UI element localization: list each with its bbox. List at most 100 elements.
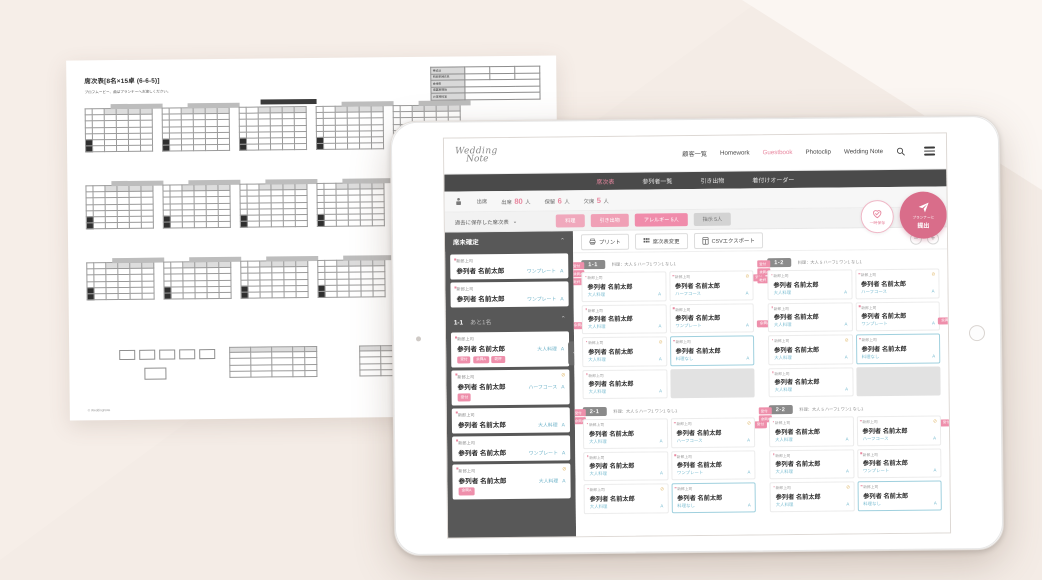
sidebar-section-header-table-1-1[interactable]: 1-1 あと1名 ⌃ (445, 309, 574, 330)
table-number[interactable]: 2-1 (582, 406, 607, 417)
guest-seat: A (933, 467, 937, 473)
nav-item-customers[interactable]: 顧客一覧 (682, 149, 707, 158)
paper-seat-table (84, 107, 154, 153)
seat-card[interactable]: 新郎上司 参列者 名前太郎 大人料理 A (768, 366, 854, 398)
seat-card[interactable]: 新郎上司 参列者 名前太郎 大人料理 A (769, 448, 855, 480)
list-item[interactable]: 新郎上司 参列者 名前太郎 大人料理 A 受付 余興A 乾杯 (450, 331, 570, 368)
seat-card-selected[interactable]: 新郎上司 参列者 名前太郎 料理なし A (671, 482, 756, 513)
filter-chip-gift[interactable]: 引き出物 (590, 213, 629, 228)
filter-chip-allergy[interactable]: アレルギー 5人 (634, 213, 688, 227)
filter-chip-meal[interactable]: 料理 (556, 214, 585, 228)
nav-item-homework[interactable]: Homework (720, 149, 750, 156)
list-item[interactable]: 新郎上司 参列者 名前太郎 大人料理 A (451, 407, 571, 434)
seat-card[interactable]: 新郎上司 参列者 名前太郎 大人料理 A (768, 416, 854, 447)
csv-export-button[interactable]: CSVエクスポート (693, 231, 763, 249)
guest-meal: 大人料理 (537, 347, 557, 353)
seat-card[interactable]: 新郎上司 参列者 名前太郎 大人料理 A (582, 368, 668, 400)
table-number[interactable]: 2-2 (768, 405, 793, 415)
paper-seat-table (317, 259, 386, 299)
seat-card[interactable]: 新郎上司 参列者 名前太郎 大人料理 A (767, 301, 853, 333)
table-group-2-1: 2-1 料理：大人 5 ハーフ1 ワン1 なし1 受付 余興A 受付 新郎上司参… (572, 405, 767, 514)
seat-card-selected[interactable]: 新郎上司 参列者 名前太郎 料理なし A (857, 480, 942, 511)
paper-legend-table (229, 345, 318, 378)
seat-card[interactable]: ⊘ 新郎上司 参列者 名前太郎 大人料理 A (583, 483, 669, 514)
seat-card[interactable]: ⊘ 新郎上司 参列者 名前太郎 大人料理 A (582, 336, 667, 367)
list-item[interactable]: 新郎上司 参列者 名前太郎 ワンプレート A (450, 281, 569, 308)
heart-check-icon (873, 209, 882, 218)
guest-seat: A (560, 297, 564, 303)
subnav-item-attendee-list[interactable]: 参列者一覧 (642, 176, 672, 185)
list-item[interactable]: ⊘ 新郎上司 参列者 名前太郎 大人料理 A 余興A (452, 463, 571, 500)
seat-card[interactable]: ⊘ 新郎上司 参列者 名前太郎 ハーフコース A (856, 415, 942, 446)
guest-meal: 大人料理 (775, 469, 794, 475)
guest-meal: 料理なし (677, 502, 695, 508)
saved-charts-dropdown[interactable]: 過去に保存した席次表 ⌄ (455, 217, 518, 226)
seat-card-selected[interactable]: 新郎上司 参列者 名前太郎 料理なし A (855, 333, 941, 364)
table-label-bar (110, 103, 163, 109)
warning-icon: ⊘ (747, 420, 751, 426)
paper-small-block (144, 367, 167, 380)
table-header: 2-2 料理：大人 5 ハーフ1 ワン1 なし1 (768, 403, 941, 415)
guest-tag: 余興A (458, 487, 475, 496)
seat-card[interactable]: ⊘ 新郎上司 参列者 名前太郎 大人料理 A (769, 481, 855, 512)
temporary-save-button[interactable]: 一時保存 (860, 199, 894, 234)
table-label-bar (112, 257, 165, 263)
sidebar-section-header-unassigned[interactable]: 席未確定 ⌃ (444, 231, 574, 252)
guest-meal: ハーフコース (675, 290, 701, 296)
filter-chip-instruction[interactable]: 指示 5人 (693, 212, 732, 227)
submit-label-line2: 提出 (917, 223, 930, 230)
seat-card[interactable]: 新郎上司 参列者 名前太郎 大人料理 A (581, 303, 667, 335)
seat-card-empty[interactable] (855, 365, 941, 397)
seat-card[interactable]: 新郎上司 参列者 名前太郎 大人料理 A (583, 450, 669, 482)
seat-card[interactable]: ⊘ 新郎上司 参列者 名前太郎 ハーフコース A (670, 417, 756, 448)
list-item[interactable]: ⊘ 新郎上司 参列者 名前太郎 ハーフコース A 受付 (451, 369, 570, 406)
list-item[interactable]: 新郎上司 参列者 名前太郎 ワンプレート A (450, 253, 569, 280)
table-number[interactable]: 1-1 (581, 259, 605, 270)
app-logo[interactable]: Wedding Note (455, 146, 498, 164)
seat-card[interactable]: 新郎上司 参列者 名前太郎 大人料理 A (581, 271, 667, 302)
change-layout-button[interactable]: 席次表変更 (634, 232, 688, 250)
guest-name: 参列者 名前太郎 (861, 312, 907, 321)
guest-name: 参列者 名前太郎 (862, 459, 908, 468)
nav-item-photoclip[interactable]: Photoclip (805, 149, 831, 156)
tablet-home-button[interactable] (415, 335, 422, 341)
guest-seat: A (747, 469, 751, 475)
info-value (464, 92, 541, 100)
seat-card[interactable]: ⊘ 新郎上司 参列者 名前太郎 ハーフコース A (854, 268, 940, 299)
seat-card[interactable]: 新郎上司 参列者 名前太郎 大人料理 A (767, 269, 853, 300)
nav-item-wedding-note[interactable]: Wedding Note (844, 148, 883, 155)
seat-card[interactable]: 新郎上司 参列者 名前太郎 ワンプレート A (669, 302, 754, 334)
table-number[interactable]: 1-2 (767, 258, 791, 268)
tablet-camera (968, 324, 986, 341)
guest-meal: ハーフコース (861, 288, 887, 294)
list-item[interactable]: 新郎上司 参列者 名前太郎 ワンプレート A (452, 435, 571, 462)
subnav-item-gifts[interactable]: 引き出物 (700, 176, 724, 185)
guest-tag-group: 受付 (457, 393, 565, 402)
seat-card[interactable]: 新郎上司 参列者 名前太郎 ワンプレート A (855, 300, 940, 332)
print-button[interactable]: プリント (580, 233, 629, 250)
paper-footer: © WeddingNote (87, 408, 111, 413)
guest-seat: A (660, 502, 664, 508)
seat-card[interactable]: ⊘ 新郎上司 参列者 名前太郎 大人料理 A (768, 334, 853, 365)
guest-tag: 受付 (457, 355, 471, 364)
subnav-item-dressing-order[interactable]: 着付けオーダー (752, 175, 794, 184)
seat-card-selected[interactable]: 新郎上司 参列者 名前太郎 料理なし A (669, 335, 755, 366)
seat-grid: 新郎上司 参列者 名前太郎 大人料理 A ⊘ 新郎上司 参列者 名前太郎 ハーフコース A 新… (582, 417, 756, 514)
guest-meal: 料理なし (861, 353, 880, 359)
sidebar-section-subtitle: あと1名 (470, 319, 492, 326)
seat-card[interactable]: 新郎上司 参列者 名前太郎 大人料理 A (582, 418, 668, 449)
guest-seat: A (560, 347, 565, 353)
subnav-item-seating-chart[interactable]: 席次表 (596, 177, 614, 186)
guest-seat: A (933, 499, 937, 506)
seat-card-empty[interactable] (669, 367, 755, 399)
hamburger-menu-icon[interactable] (924, 146, 936, 156)
seat-card[interactable]: 新郎上司 参列者 名前太郎 ワンプレート A (856, 447, 942, 479)
guest-name: 参列者 名前太郎 (774, 378, 820, 387)
guest-name: 参列者 名前太郎 (862, 427, 908, 435)
seat-card[interactable]: 新郎上司 参列者 名前太郎 ワンプレート A (670, 449, 756, 481)
seat-card[interactable]: ⊘ 新郎上司 参列者 名前太郎 ハーフコース A (668, 270, 754, 301)
nav-item-guestbook[interactable]: Guestbook (763, 149, 793, 156)
search-icon[interactable] (896, 147, 905, 156)
guest-seat: A (659, 388, 663, 394)
submit-to-planner-button[interactable]: プランナーに 提出 (899, 191, 947, 239)
